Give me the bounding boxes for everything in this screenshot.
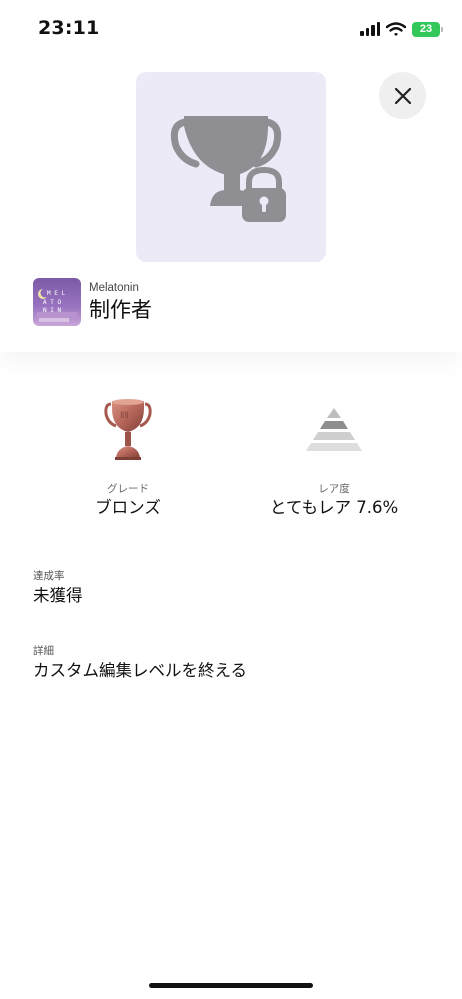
rarity-pyramid-icon [306,408,362,451]
home-indicator[interactable] [149,983,313,988]
description-section: 詳細 カスタム編集レベルを終える [33,644,247,682]
game-cover-art: M E L A T O N I N [33,278,81,326]
bronze-trophy-icon: ⅡⅡ [104,399,152,460]
game-info: M E L A T O N I N Melatonin 制作者 [33,278,152,326]
grade-label: グレード [107,483,149,495]
grade-stat: ⅡⅡ グレード ブロンズ [28,396,228,519]
description-label: 詳細 [33,645,54,657]
svg-text:ⅡⅡ: ⅡⅡ [120,410,129,420]
rarity-label: レア度 [318,483,350,495]
battery-level: 23 [419,23,433,35]
game-name: Melatonin [89,281,139,294]
trophy-image-card [136,72,326,262]
locked-trophy-icon [170,116,286,222]
battery-icon: 23 [412,21,443,37]
rarity-value: とてもレア 7.6% [269,498,399,517]
close-icon [394,87,411,104]
description-value: カスタム編集レベルを終える [33,661,248,680]
grade-value: ブロンズ [95,498,161,517]
rarity-stat: レア度 とてもレア 7.6% [234,396,434,519]
svg-text:A T O: A T O [43,299,61,306]
status-icons: 23 [360,19,443,39]
progress-section: 達成率 未獲得 [33,569,83,607]
svg-text:M E L: M E L [47,290,65,297]
close-button[interactable] [379,72,426,119]
wifi-icon [386,21,406,36]
cellular-signal-icon [360,22,380,36]
trophy-title: 制作者 [89,297,152,322]
status-time: 23:11 [38,17,100,39]
svg-text:N I N: N I N [43,307,61,314]
status-bar: 23:11 23 [0,0,462,58]
progress-label: 達成率 [33,570,65,582]
progress-value: 未獲得 [33,586,83,605]
